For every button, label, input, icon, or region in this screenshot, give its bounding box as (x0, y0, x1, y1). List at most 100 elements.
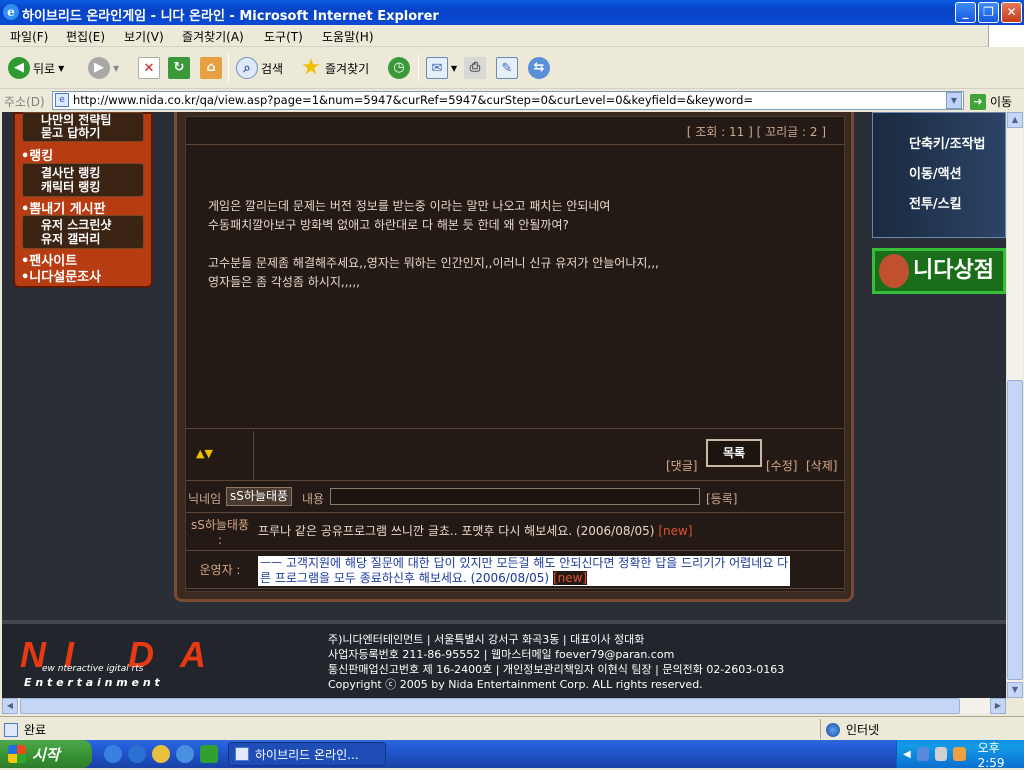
list-button[interactable]: 목록 (706, 439, 762, 467)
quick-launch (104, 745, 218, 763)
guide-link-shortcuts[interactable]: 단축키/조작법 (909, 133, 986, 152)
tray-expand-icon[interactable]: ◀ (903, 749, 911, 760)
page-viewport: 나만의 전략팁 묻고 답하기 •랭킹 결사단 랭킹 캐릭터 랭킹 •뽐내기 게시… (2, 112, 1006, 698)
tray-app-icon[interactable] (953, 747, 966, 761)
go-button[interactable]: ➜ 이동 (970, 93, 1012, 110)
menu-edit[interactable]: 편집(E) (66, 28, 105, 45)
prev-next-arrows[interactable]: ▲▼ (186, 431, 254, 481)
reply-link[interactable]: [댓글] (666, 457, 697, 474)
app-quicklaunch-icon[interactable] (200, 745, 218, 763)
minimize-button[interactable]: _ (955, 2, 976, 23)
left-menu-item-gallery[interactable]: 유저 갤러리 (41, 232, 143, 246)
divider (820, 719, 821, 739)
separator (418, 54, 419, 82)
left-menu-item-character-ranking[interactable]: 캐릭터 랭킹 (41, 180, 143, 194)
ie-icon: e (3, 4, 19, 20)
home-button[interactable]: ⌂ (200, 56, 222, 80)
logo-entertainment: E n t e r t a i n m e n t (24, 676, 160, 689)
address-input[interactable]: e http://www.nida.co.kr/qa/view.asp?page… (52, 91, 964, 110)
new-badge: [new] (658, 524, 693, 538)
scroll-right-button[interactable]: ▶ (990, 698, 1006, 714)
print-button[interactable]: ⎙ (464, 56, 486, 80)
stop-button[interactable]: ✕ (138, 56, 160, 80)
footer-info: 주)니다엔터테인먼트 | 서울특별시 강서구 화곡3동 | 대표이사 정대화 사… (328, 632, 784, 692)
menu-view[interactable]: 보기(V) (124, 28, 164, 45)
ie-page-icon (235, 747, 249, 761)
address-dropdown-button[interactable]: ▼ (946, 92, 962, 109)
nickname-field[interactable]: sS하늘태풍 (226, 487, 293, 506)
left-menu-item-qa[interactable]: 묻고 답하기 (41, 126, 143, 140)
back-label: 뒤로 (33, 61, 56, 76)
left-menu-item-strategy-tips[interactable]: 나만의 전략팁 (41, 113, 143, 126)
menu-file[interactable]: 파일(F) (10, 28, 48, 45)
history-icon: ◷ (388, 57, 410, 79)
app-quicklaunch-icon[interactable] (176, 745, 194, 763)
taskbar-item-browser[interactable]: 하이브리드 온라인... (228, 742, 386, 766)
edit-button[interactable]: ✎ (496, 56, 518, 80)
register-link[interactable]: [등록] (706, 490, 737, 507)
edit-link[interactable]: [수정] (766, 457, 797, 474)
history-button[interactable]: ◷ (388, 56, 410, 80)
menu-help[interactable]: 도움말(H) (322, 28, 374, 45)
nida-logo: N I D A ew nteractive igital rts E n t e… (20, 634, 240, 694)
scroll-left-button[interactable]: ◀ (2, 698, 18, 714)
messenger-button[interactable]: ⇆ (528, 56, 550, 80)
left-menu-item-screenshots[interactable]: 유저 스크린샷 (41, 218, 143, 232)
comment-input[interactable] (330, 488, 700, 505)
browser-window: e 하이브리드 온라인게임 - 니다 온라인 - Microsoft Inter… (0, 0, 1024, 740)
post-line: 게임은 깔리는데 문제는 버전 정보를 받는중 이라는 말만 나오고 패치는 안… (208, 199, 611, 213)
comment-item: 운영자 : ㅡㅡ 고객지원에 해당 질문에 대한 답이 있지만 모든걸 해도 안… (186, 553, 844, 589)
stop-icon: ✕ (138, 57, 160, 79)
start-button[interactable]: 시작 (0, 740, 92, 768)
horizontal-scrollbar[interactable]: ◀ ▶ (2, 698, 1006, 714)
favorites-button[interactable]: ★ 즐겨찾기 (300, 56, 369, 80)
vertical-scrollbar[interactable]: ▲ ▼ (1006, 112, 1023, 698)
favorites-label: 즐겨찾기 (325, 61, 370, 76)
search-button[interactable]: ⌕ 검색 (236, 56, 283, 80)
board-frame: [ 조회 : 11 ] [ 꼬리글 : 2 ] 게임은 깔리는데 문제는 버전 … (174, 112, 854, 602)
scroll-down-button[interactable]: ▼ (1007, 682, 1023, 698)
volume-icon[interactable] (935, 747, 948, 761)
hscroll-thumb[interactable] (20, 698, 960, 714)
footer-line: 사업자등록번호 211-86-95552 | 웹마스터메일 foever79@p… (328, 648, 675, 661)
post-line (208, 235, 844, 254)
scroll-thumb[interactable] (1007, 380, 1023, 680)
home-icon: ⌂ (200, 57, 222, 79)
network-icon[interactable] (916, 747, 929, 761)
zone-text: 인터넷 (846, 723, 880, 737)
guide-link-combat[interactable]: 전투/스킬 (909, 193, 962, 212)
left-menu-item-guild-ranking[interactable]: 결사단 랭킹 (41, 166, 143, 180)
mail-button[interactable]: ✉ ▼ (426, 56, 457, 80)
forward-button[interactable]: ▶ ▼ (88, 56, 119, 80)
left-menu-section-ranking[interactable]: •랭킹 (21, 145, 53, 164)
shop-banner[interactable]: 니다상점 (872, 248, 1006, 294)
address-url: http://www.nida.co.kr/qa/view.asp?page=1… (73, 93, 754, 107)
comment-text-selected: ㅡㅡ 고객지원에 해당 질문에 대한 답이 있지만 모든걸 해도 안되신다면 정… (258, 556, 791, 586)
content-label: 내용 (302, 492, 325, 506)
left-menu-item-survey[interactable]: •니다설문조사 (21, 266, 101, 285)
title-bar[interactable]: e 하이브리드 온라인게임 - 니다 온라인 - Microsoft Inter… (0, 0, 1024, 25)
page-footer: N I D A ew nteractive igital rts E n t e… (2, 620, 1006, 698)
page-icon: e (55, 93, 69, 107)
menu-favorites[interactable]: 즐겨찾기(A) (182, 28, 244, 45)
taskbar: 시작 하이브리드 온라인... ◀ 오후 2:59 (0, 740, 1024, 770)
guide-link-movement[interactable]: 이동/액션 (909, 163, 962, 182)
back-button[interactable]: ◀ 뒤로 ▼ (8, 56, 64, 80)
comment-form: 닉네임 sS하늘태풍 내용 [등록] (186, 483, 844, 513)
guide-banner: 단축키/조작법 이동/액션 전투/스킬 (872, 112, 1006, 238)
left-menu-group-ranking: 결사단 랭킹 캐릭터 랭킹 (22, 163, 144, 197)
windows-logo-icon (988, 25, 1024, 47)
clock: 오후 2:59 (977, 740, 1005, 770)
ie-quicklaunch-icon[interactable] (104, 745, 122, 763)
back-arrow-icon: ◀ (8, 57, 30, 79)
refresh-button[interactable]: ↻ (168, 56, 190, 80)
post-line: 영자들은 좀 각성좀 하시지,,,,, (208, 275, 360, 289)
scroll-up-button[interactable]: ▲ (1007, 112, 1023, 128)
delete-link[interactable]: [삭제] (806, 457, 837, 474)
menu-tools[interactable]: 도구(T) (264, 28, 303, 45)
footer-line: Copyright ⓒ 2005 by Nida Entertainment C… (328, 678, 703, 691)
messenger-quicklaunch-icon[interactable] (152, 745, 170, 763)
close-button[interactable]: ✕ (1001, 2, 1022, 23)
maximize-button[interactable]: ❐ (978, 2, 999, 23)
ie-quicklaunch-icon[interactable] (128, 745, 146, 763)
